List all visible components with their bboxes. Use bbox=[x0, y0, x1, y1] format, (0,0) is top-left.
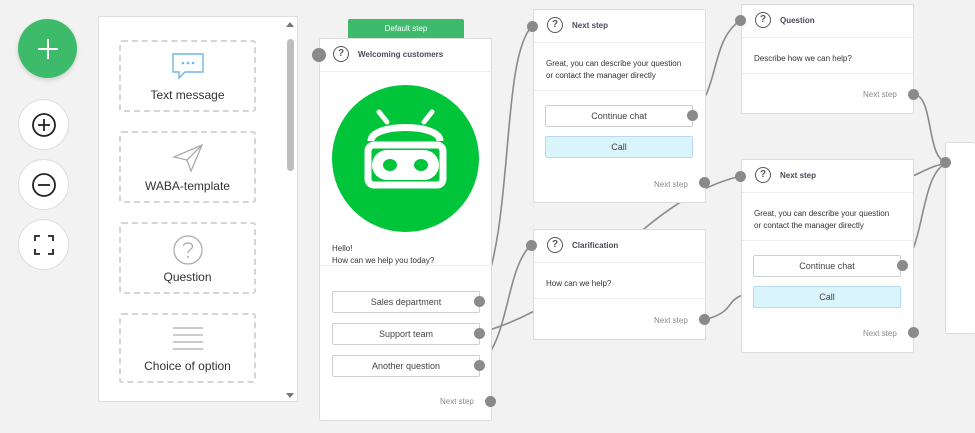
call-button[interactable]: Call bbox=[753, 286, 901, 308]
bot-avatar bbox=[332, 85, 479, 232]
palette-item-label: Text message bbox=[150, 88, 225, 102]
input-port[interactable] bbox=[940, 157, 951, 168]
welcome-message-line1: Hello! bbox=[332, 244, 353, 253]
palette-item-question[interactable]: Question bbox=[119, 222, 256, 294]
add-button[interactable] bbox=[18, 19, 77, 78]
fullscreen-icon bbox=[33, 234, 54, 255]
zoom-in-icon bbox=[31, 112, 56, 137]
next-step-label: Next step bbox=[654, 180, 688, 189]
output-port-next[interactable] bbox=[699, 177, 710, 188]
block-palette: Text message WABA-template Question Choi… bbox=[98, 16, 298, 402]
input-port[interactable] bbox=[735, 171, 746, 182]
output-port-next[interactable] bbox=[699, 314, 710, 325]
question-icon: ? bbox=[755, 12, 771, 28]
card-header: ? Next step bbox=[742, 160, 913, 193]
card-next-step-2[interactable]: ? Next step Great, you can describe your… bbox=[741, 159, 914, 353]
palette-item-waba-template[interactable]: WABA-template bbox=[119, 131, 256, 203]
chat-bubble-icon bbox=[171, 53, 204, 80]
question-icon: ? bbox=[547, 237, 563, 253]
next-step-label: Next step bbox=[863, 329, 897, 338]
default-step-tag: Default step bbox=[348, 19, 464, 38]
output-port-next[interactable] bbox=[908, 327, 919, 338]
palette-item-label: Question bbox=[163, 270, 212, 284]
continue-chat-button[interactable]: Continue chat bbox=[545, 105, 693, 127]
input-port[interactable] bbox=[526, 240, 537, 251]
palette-scrollbar[interactable] bbox=[285, 21, 295, 399]
option-sales-department[interactable]: Sales department bbox=[332, 291, 480, 313]
card-title: Clarification bbox=[572, 241, 619, 250]
card-text: How can we help? bbox=[546, 279, 612, 288]
zoom-out-icon bbox=[31, 172, 56, 197]
input-port[interactable] bbox=[527, 21, 538, 32]
zoom-in-button[interactable] bbox=[18, 99, 69, 150]
card-text-line1: Great, you can describe your question bbox=[546, 59, 682, 68]
fit-screen-button[interactable] bbox=[18, 219, 69, 270]
output-port-another[interactable] bbox=[474, 360, 485, 371]
card-text-line2: or contact the manager directly bbox=[546, 71, 656, 80]
list-icon bbox=[172, 327, 203, 350]
output-port-next[interactable] bbox=[485, 396, 496, 407]
card-title: Welcoming customers bbox=[358, 50, 444, 59]
input-port[interactable] bbox=[735, 15, 746, 26]
next-step-label: Next step bbox=[654, 316, 688, 325]
palette-item-text-message[interactable]: Text message bbox=[119, 40, 256, 112]
output-port-continue-chat[interactable] bbox=[687, 110, 698, 121]
card-header: ? Welcoming customers bbox=[320, 39, 491, 72]
option-another-question[interactable]: Another question bbox=[332, 355, 480, 377]
card-header: ? Question bbox=[742, 5, 913, 38]
output-port-continue-chat[interactable] bbox=[897, 260, 908, 271]
card-next-step-1[interactable]: ? Next step Great, you can describe your… bbox=[533, 9, 706, 203]
output-port-next[interactable] bbox=[908, 89, 919, 100]
card-header: ? Next step bbox=[534, 10, 705, 43]
card-text: Describe how we can help? bbox=[754, 54, 852, 63]
card-title: Next step bbox=[780, 171, 817, 180]
scroll-down-icon[interactable] bbox=[286, 393, 294, 398]
card-text-line2: or contact the manager directly bbox=[754, 221, 864, 230]
output-port-support[interactable] bbox=[474, 328, 485, 339]
option-support-team[interactable]: Support team bbox=[332, 323, 480, 345]
card-title: Next step bbox=[572, 21, 609, 30]
zoom-out-button[interactable] bbox=[18, 159, 69, 210]
question-icon: ? bbox=[333, 46, 349, 62]
send-icon bbox=[171, 143, 203, 173]
card-header: ? Clarification bbox=[534, 230, 705, 263]
scroll-up-icon[interactable] bbox=[286, 22, 294, 27]
question-icon: ? bbox=[547, 17, 563, 33]
palette-item-label: WABA-template bbox=[145, 179, 230, 193]
card-offscreen[interactable] bbox=[945, 142, 975, 334]
plus-icon bbox=[37, 38, 58, 59]
card-clarification[interactable]: ? Clarification How can we help? Next st… bbox=[533, 229, 706, 340]
connector-question-next bbox=[912, 93, 949, 164]
next-step-label: Next step bbox=[863, 90, 897, 99]
call-button[interactable]: Call bbox=[545, 136, 693, 158]
output-port-sales[interactable] bbox=[474, 296, 485, 307]
card-welcoming-customers[interactable]: ? Welcoming customers Hello! How can we … bbox=[319, 38, 492, 421]
palette-item-label: Choice of option bbox=[144, 359, 231, 373]
question-icon: ? bbox=[755, 167, 771, 183]
question-icon bbox=[172, 235, 203, 265]
next-step-label: Next step bbox=[440, 397, 474, 406]
palette-item-choice-of-option[interactable]: Choice of option bbox=[119, 313, 256, 383]
card-title: Question bbox=[780, 16, 815, 25]
scroll-thumb[interactable] bbox=[287, 39, 294, 171]
input-port[interactable] bbox=[312, 48, 326, 62]
continue-chat-button[interactable]: Continue chat bbox=[753, 255, 901, 277]
card-question[interactable]: ? Question Describe how we can help? Nex… bbox=[741, 4, 914, 114]
card-text-line1: Great, you can describe your question bbox=[754, 209, 890, 218]
